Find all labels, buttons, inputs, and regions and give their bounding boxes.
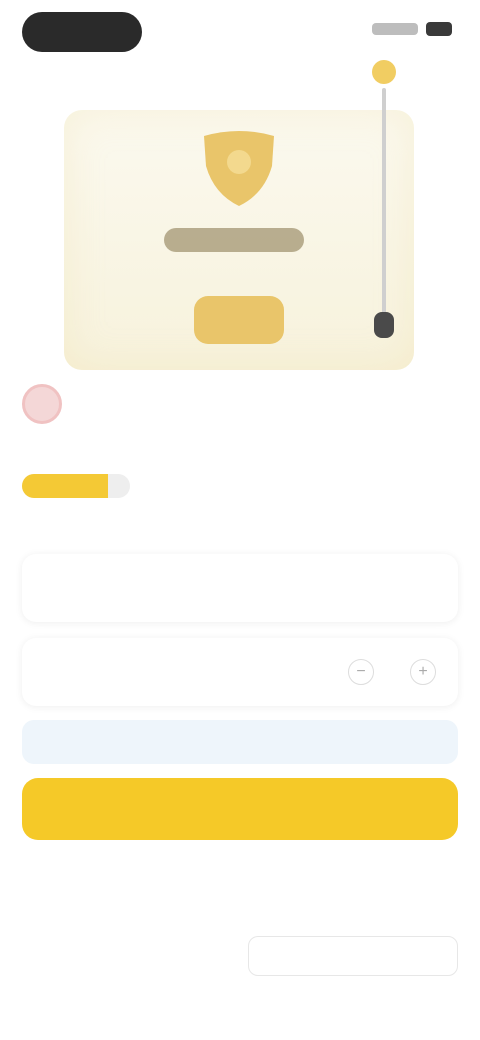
secondary-link-left[interactable] [22,936,202,976]
signal-icon [372,23,418,35]
secondary-link-right[interactable] [248,936,458,976]
hero-badge [194,296,284,344]
secondary-links [22,936,458,976]
status-bar [0,0,480,64]
product-hero-image [64,110,414,370]
quantity-stepper[interactable]: − + [348,659,436,685]
scrubber-track[interactable] [382,88,386,318]
scrubber-knob[interactable] [372,60,396,84]
increment-button[interactable]: + [410,659,436,685]
add-to-cart-button[interactable] [22,778,458,840]
rating-bar [22,474,130,498]
seller-logo-icon [22,384,62,424]
image-scrubber[interactable] [372,60,396,350]
decrement-button[interactable]: − [348,659,374,685]
scrubber-end-handle[interactable] [374,312,394,338]
info-note [22,720,458,764]
hero-title [164,228,304,252]
crest-icon [204,131,274,206]
option-size[interactable] [22,554,458,622]
dynamic-island [22,12,142,52]
option-quantity: − + [22,638,458,706]
rating-fill [22,474,109,498]
rating-row [22,474,140,498]
status-icons [372,22,452,36]
battery-icon [426,22,452,36]
seller-row[interactable] [22,384,74,424]
